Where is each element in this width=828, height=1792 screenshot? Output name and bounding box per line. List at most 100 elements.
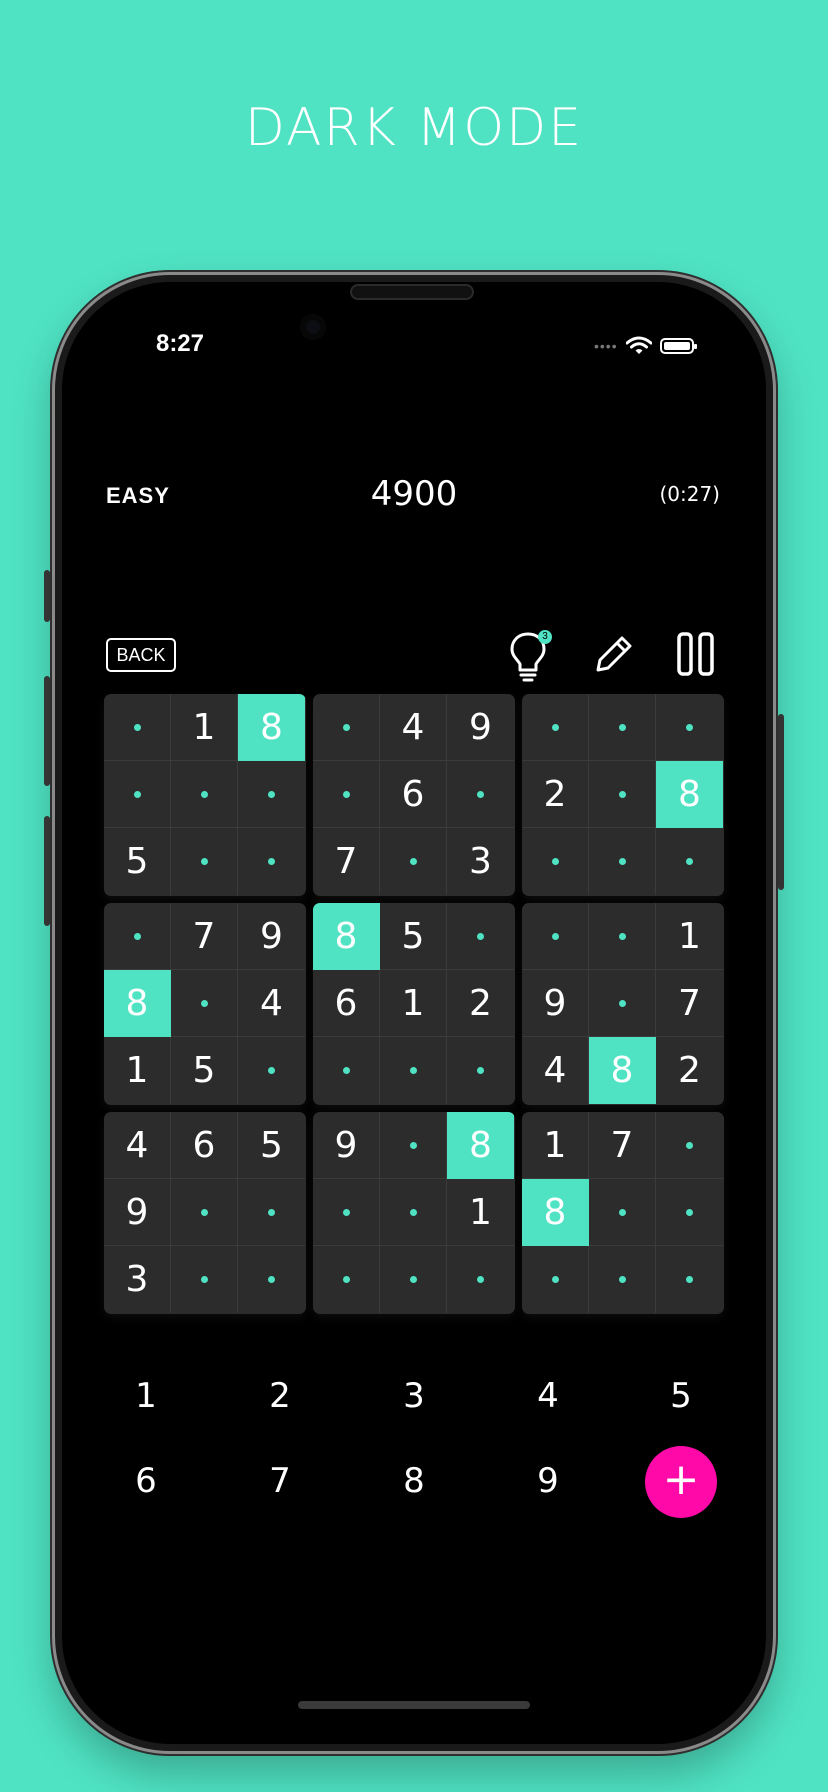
sudoku-cell[interactable]: 6: [313, 970, 380, 1037]
sudoku-cell[interactable]: [313, 761, 380, 828]
sudoku-cell[interactable]: 5: [380, 903, 447, 970]
sudoku-cell[interactable]: [589, 694, 656, 761]
sudoku-cell[interactable]: 7: [313, 828, 380, 895]
sudoku-cell[interactable]: [656, 1179, 723, 1246]
sudoku-cell[interactable]: [656, 1112, 723, 1179]
sudoku-cell[interactable]: 9: [447, 694, 514, 761]
sudoku-cell[interactable]: [522, 903, 589, 970]
sudoku-cell[interactable]: [238, 761, 305, 828]
sudoku-cell[interactable]: [522, 694, 589, 761]
numpad-key[interactable]: 1: [106, 1366, 186, 1426]
numpad-key[interactable]: 7: [240, 1451, 320, 1511]
sudoku-cell[interactable]: [447, 1037, 514, 1104]
numpad-key[interactable]: 6: [106, 1451, 186, 1511]
cell-value: 1: [469, 1191, 492, 1233]
sudoku-cell[interactable]: [313, 694, 380, 761]
sudoku-cell[interactable]: 9: [522, 970, 589, 1037]
sudoku-cell[interactable]: 4: [380, 694, 447, 761]
sudoku-cell[interactable]: [589, 903, 656, 970]
sudoku-cell[interactable]: 8: [104, 970, 171, 1037]
sudoku-cell[interactable]: [104, 903, 171, 970]
back-button[interactable]: BACK: [106, 638, 176, 672]
sudoku-cell[interactable]: 4: [104, 1112, 171, 1179]
sudoku-cell[interactable]: 1: [104, 1037, 171, 1104]
sudoku-cell[interactable]: 1: [656, 903, 723, 970]
sudoku-cell[interactable]: [238, 828, 305, 895]
sudoku-cell[interactable]: 2: [522, 761, 589, 828]
sudoku-cell[interactable]: 6: [171, 1112, 238, 1179]
sudoku-cell[interactable]: [313, 1246, 380, 1313]
sudoku-cell[interactable]: [589, 1246, 656, 1313]
sudoku-cell[interactable]: [656, 828, 723, 895]
hint-button[interactable]: 3: [506, 626, 556, 682]
sudoku-cell[interactable]: [522, 828, 589, 895]
sudoku-cell[interactable]: 9: [313, 1112, 380, 1179]
sudoku-cell[interactable]: 7: [171, 903, 238, 970]
sudoku-cell[interactable]: 1: [171, 694, 238, 761]
sudoku-box: 28: [522, 694, 724, 896]
sudoku-cell[interactable]: 5: [238, 1112, 305, 1179]
sudoku-cell[interactable]: [380, 1246, 447, 1313]
add-button[interactable]: +: [645, 1446, 717, 1518]
sudoku-cell[interactable]: 9: [238, 903, 305, 970]
empty-cell-dot: [268, 858, 275, 865]
sudoku-cell[interactable]: 7: [589, 1112, 656, 1179]
sudoku-cell[interactable]: 2: [447, 970, 514, 1037]
sudoku-cell[interactable]: 2: [656, 1037, 723, 1104]
sudoku-cell[interactable]: [522, 1246, 589, 1313]
sudoku-cell[interactable]: [447, 1246, 514, 1313]
sudoku-cell[interactable]: [171, 1179, 238, 1246]
pause-button[interactable]: [672, 626, 722, 682]
sudoku-cell[interactable]: [171, 1246, 238, 1313]
sudoku-cell[interactable]: [380, 1112, 447, 1179]
sudoku-cell[interactable]: 6: [380, 761, 447, 828]
sudoku-cell[interactable]: [171, 761, 238, 828]
sudoku-cell[interactable]: 8: [313, 903, 380, 970]
sudoku-cell[interactable]: [380, 1179, 447, 1246]
sudoku-cell[interactable]: [313, 1179, 380, 1246]
sudoku-cell[interactable]: [589, 828, 656, 895]
sudoku-cell[interactable]: 8: [656, 761, 723, 828]
sudoku-cell[interactable]: 3: [104, 1246, 171, 1313]
sudoku-cell[interactable]: [656, 1246, 723, 1313]
sudoku-cell[interactable]: [589, 1179, 656, 1246]
sudoku-cell[interactable]: [104, 761, 171, 828]
numpad-key[interactable]: 3: [374, 1366, 454, 1426]
sudoku-cell[interactable]: 8: [522, 1179, 589, 1246]
sudoku-cell[interactable]: [238, 1179, 305, 1246]
sudoku-cell[interactable]: 5: [104, 828, 171, 895]
sudoku-cell[interactable]: 3: [447, 828, 514, 895]
sudoku-cell[interactable]: [589, 970, 656, 1037]
numpad-key[interactable]: 2: [240, 1366, 320, 1426]
numpad-key[interactable]: 4: [508, 1366, 588, 1426]
sudoku-cell[interactable]: 1: [447, 1179, 514, 1246]
numpad-key[interactable]: 5: [641, 1366, 721, 1426]
numpad-key[interactable]: 9: [508, 1451, 588, 1511]
empty-cell-dot: [551, 858, 559, 865]
sudoku-cell[interactable]: [238, 1037, 305, 1104]
sudoku-cell[interactable]: 7: [656, 970, 723, 1037]
sudoku-cell[interactable]: 8: [238, 694, 305, 761]
sudoku-cell[interactable]: [380, 1037, 447, 1104]
sudoku-cell[interactable]: [171, 828, 238, 895]
sudoku-cell[interactable]: [447, 761, 514, 828]
sudoku-cell[interactable]: [104, 694, 171, 761]
sudoku-cell[interactable]: 1: [522, 1112, 589, 1179]
sudoku-cell[interactable]: [171, 970, 238, 1037]
sudoku-cell[interactable]: [380, 828, 447, 895]
sudoku-cell[interactable]: [447, 903, 514, 970]
sudoku-cell[interactable]: 9: [104, 1179, 171, 1246]
sudoku-cell[interactable]: 8: [589, 1037, 656, 1104]
sudoku-cell[interactable]: 8: [447, 1112, 514, 1179]
sudoku-cell[interactable]: [589, 761, 656, 828]
sudoku-cell[interactable]: [238, 1246, 305, 1313]
sudoku-cell[interactable]: 1: [380, 970, 447, 1037]
empty-cell-dot: [477, 932, 484, 940]
numpad-key[interactable]: 8: [374, 1451, 454, 1511]
sudoku-cell[interactable]: [656, 694, 723, 761]
sudoku-cell[interactable]: 4: [238, 970, 305, 1037]
sudoku-cell[interactable]: [313, 1037, 380, 1104]
notes-button[interactable]: [588, 626, 638, 682]
sudoku-cell[interactable]: 5: [171, 1037, 238, 1104]
sudoku-cell[interactable]: 4: [522, 1037, 589, 1104]
